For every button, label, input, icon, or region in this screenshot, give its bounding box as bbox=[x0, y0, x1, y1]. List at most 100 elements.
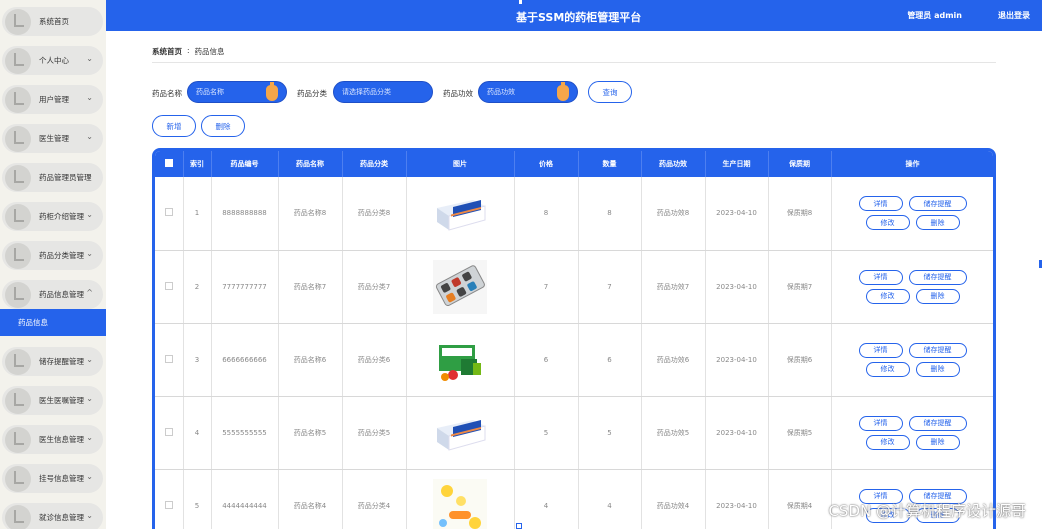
edit-button[interactable]: 修改 bbox=[865, 288, 910, 304]
row-delete-button[interactable]: 删除 bbox=[915, 288, 960, 304]
sidebar-item-label: 医生管理 bbox=[39, 134, 69, 143]
chevron-down-icon: ⌄ bbox=[86, 433, 93, 442]
storage-remind-button[interactable]: 储存提醒 bbox=[908, 415, 967, 431]
sidebar-item-label: 医生医嘱管理 bbox=[39, 396, 84, 405]
sidebar-item[interactable]: 药品信息管理 ^ bbox=[2, 280, 103, 309]
row-delete-button[interactable]: 删除 bbox=[915, 434, 960, 450]
drug-image bbox=[433, 406, 487, 460]
query-button[interactable]: 查询 bbox=[588, 81, 632, 103]
edit-button[interactable]: 修改 bbox=[865, 434, 910, 450]
add-button[interactable]: 新增 bbox=[152, 115, 196, 137]
logout-link[interactable]: 退出登录 bbox=[998, 10, 1030, 21]
drug-category-placeholder: 请选择药品分类 bbox=[342, 88, 391, 96]
menu-icon bbox=[5, 47, 31, 74]
storage-remind-button[interactable]: 储存提醒 bbox=[908, 342, 967, 358]
sidebar-item-label: 就诊信息管理 bbox=[39, 513, 84, 522]
row-checkbox[interactable] bbox=[164, 354, 173, 363]
sidebar-item[interactable]: 医生医嘱管理 ⌄ bbox=[2, 386, 103, 415]
cell-qty: 7 bbox=[578, 250, 642, 324]
sidebar-item[interactable]: 用户管理 ⌄ bbox=[2, 85, 103, 114]
watermark: CSDN @计算机程序设计源哥 bbox=[828, 502, 1026, 520]
sidebar-item-label: 药柜介绍管理 bbox=[39, 212, 84, 221]
cell-qty: 8 bbox=[578, 177, 642, 251]
app-title: 基于SSM的药柜管理平台 bbox=[516, 11, 642, 24]
sidebar-item-label: 储存提醒管理 bbox=[39, 357, 84, 366]
cell-date: 2023-04-10 bbox=[705, 469, 769, 529]
drug-image bbox=[433, 478, 487, 529]
sidebar-item[interactable]: 药柜介绍管理 ⌄ bbox=[2, 202, 103, 231]
cell-image bbox=[406, 177, 515, 251]
breadcrumb-home[interactable]: 系统首页 bbox=[152, 46, 182, 57]
cell-operations: 详情 储存提醒修改 删除 bbox=[831, 396, 993, 470]
detail-button[interactable]: 详情 bbox=[858, 269, 903, 285]
chevron-up-icon: ^ bbox=[86, 288, 93, 297]
cell-code: 6666666666 bbox=[211, 323, 279, 397]
chevron-down-icon: ⌄ bbox=[86, 210, 93, 219]
table-row: 2 7777777777 药品名称7 药品分类7 7 7 药品功效7 2023-04-10 保质… bbox=[155, 250, 993, 324]
row-checkbox[interactable] bbox=[164, 500, 173, 509]
column-header: 药品功效 bbox=[641, 151, 706, 177]
edit-button[interactable]: 修改 bbox=[865, 361, 910, 377]
cell-price: 4 bbox=[514, 469, 579, 529]
edit-button[interactable]: 修改 bbox=[865, 215, 910, 231]
column-header: 价格 bbox=[514, 151, 579, 177]
drop-icon bbox=[557, 82, 569, 101]
cell-category: 药品分类5 bbox=[342, 396, 407, 470]
table-row: 3 6666666666 药品名称6 药品分类6 6 6 药品功效6 2023-04-10 保质… bbox=[155, 323, 993, 397]
sidebar-item[interactable]: 挂号信息管理 ⌄ bbox=[2, 464, 103, 493]
row-delete-button[interactable]: 删除 bbox=[915, 361, 960, 377]
detail-button[interactable]: 详情 bbox=[858, 196, 903, 212]
cell-index: 2 bbox=[183, 250, 212, 324]
menu-icon bbox=[5, 86, 31, 113]
drug-image bbox=[433, 186, 487, 240]
sidebar-item[interactable]: 系统首页 bbox=[2, 7, 103, 36]
menu-icon bbox=[5, 8, 31, 35]
row-checkbox[interactable] bbox=[164, 427, 173, 436]
column-header: 生产日期 bbox=[705, 151, 769, 177]
delete-button[interactable]: 删除 bbox=[201, 115, 245, 137]
cell-code: 4444444444 bbox=[211, 469, 279, 529]
sidebar-item[interactable]: 个人中心 ⌄ bbox=[2, 46, 103, 75]
current-user: 管理员 admin bbox=[907, 11, 962, 20]
cell-date: 2023-04-10 bbox=[705, 396, 769, 470]
drug-name-input[interactable]: 药品名称 bbox=[187, 81, 287, 103]
cell-name: 药品名称4 bbox=[278, 469, 343, 529]
sidebar-item[interactable]: 医生信息管理 ⌄ bbox=[2, 425, 103, 454]
cell-qty: 4 bbox=[578, 469, 642, 529]
row-checkbox[interactable] bbox=[164, 281, 173, 290]
cell-name: 药品名称7 bbox=[278, 250, 343, 324]
menu-icon bbox=[5, 203, 31, 230]
storage-remind-button[interactable]: 储存提醒 bbox=[908, 196, 967, 212]
chevron-down-icon: ⌄ bbox=[86, 54, 93, 63]
cell-effect: 药品功效5 bbox=[641, 396, 706, 470]
sidebar-item[interactable]: 药品管理员管理 ⌄ bbox=[2, 163, 103, 192]
cell-index: 3 bbox=[183, 323, 212, 397]
menu-icon bbox=[5, 387, 31, 414]
detail-button[interactable]: 详情 bbox=[858, 415, 903, 431]
row-delete-button[interactable]: 删除 bbox=[915, 215, 960, 231]
sidebar-item[interactable]: 药品分类管理 ⌄ bbox=[2, 241, 103, 270]
cell-code: 8888888888 bbox=[211, 177, 279, 251]
storage-remind-button[interactable]: 储存提醒 bbox=[908, 269, 967, 285]
category-label: 药品分类 bbox=[297, 89, 327, 98]
drug-category-select[interactable]: 请选择药品分类 bbox=[333, 81, 433, 103]
sidebar-item[interactable]: 储存提醒管理 ⌄ bbox=[2, 347, 103, 376]
cell-shelf: 保质期7 bbox=[768, 250, 832, 324]
cell-qty: 6 bbox=[578, 323, 642, 397]
drug-effect-input[interactable]: 药品功效 bbox=[478, 81, 578, 103]
row-checkbox[interactable] bbox=[164, 208, 173, 217]
sidebar-item[interactable]: 就诊信息管理 ⌄ bbox=[2, 503, 103, 529]
menu-icon bbox=[5, 465, 31, 492]
table-row: 1 8888888888 药品名称8 药品分类8 8 8 药品功效8 2023-04-10 保质… bbox=[155, 177, 993, 251]
menu-icon bbox=[5, 281, 31, 308]
sidebar-subitem-drug-info[interactable]: 药品信息 bbox=[0, 309, 106, 336]
sidebar-item-label: 用户管理 bbox=[39, 95, 69, 104]
drug-image bbox=[433, 259, 487, 314]
cell-category: 药品分类8 bbox=[342, 177, 407, 251]
divider bbox=[152, 62, 996, 63]
cell-code: 5555555555 bbox=[211, 396, 279, 470]
sidebar-item[interactable]: 医生管理 ⌄ bbox=[2, 124, 103, 153]
select-all-checkbox[interactable] bbox=[164, 159, 173, 167]
detail-button[interactable]: 详情 bbox=[858, 342, 903, 358]
cell-shelf: 保质期8 bbox=[768, 177, 832, 251]
